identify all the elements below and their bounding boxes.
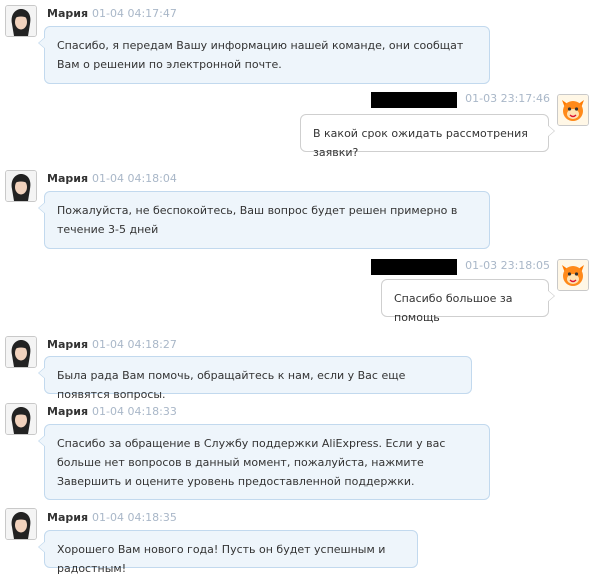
agent-photo-icon bbox=[6, 509, 36, 539]
message-meta: Мария 01-04 04:18:35 bbox=[47, 511, 177, 525]
message-bubble: Хорошего Вам нового года! Пусть он будет… bbox=[38, 530, 418, 574]
message-text: Хорошего Вам нового года! Пусть он будет… bbox=[57, 543, 386, 574]
sender-name: Мария bbox=[47, 511, 89, 524]
message-timestamp: 01-04 04:18:35 bbox=[92, 511, 177, 524]
agent-avatar bbox=[5, 508, 37, 540]
chat-transcript: Мария 01-04 04:17:47 Спасибо, я передам В… bbox=[0, 0, 600, 574]
agent-message: Мария 01-04 04:18:35 Хорошего Вам нового … bbox=[0, 0, 600, 574]
